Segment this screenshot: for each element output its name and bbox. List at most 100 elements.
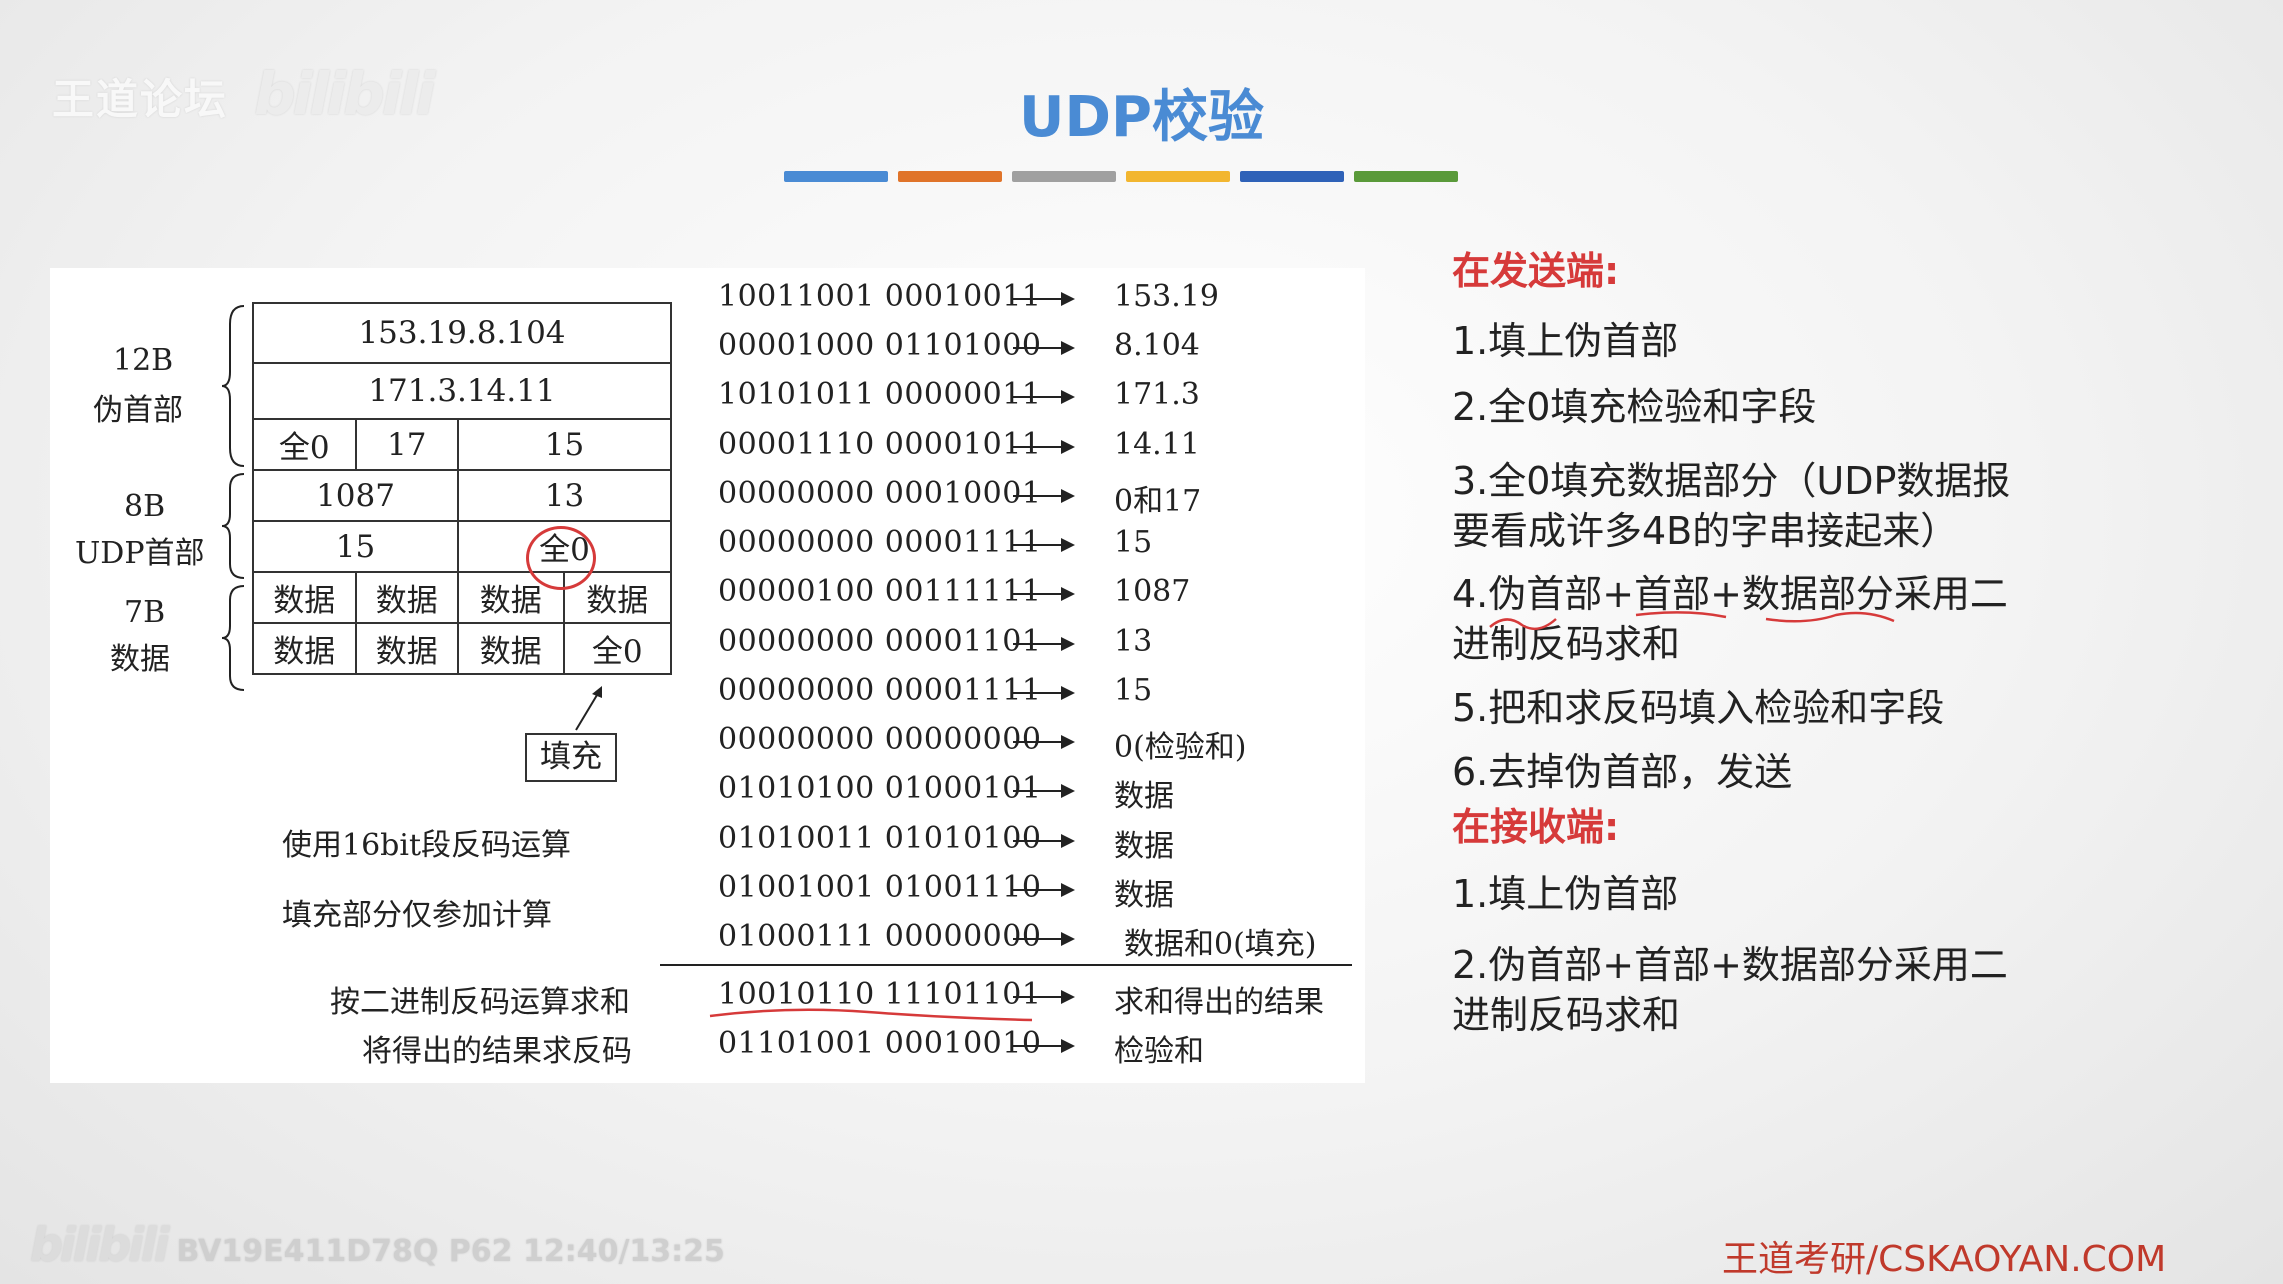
checksum-circle-annotation bbox=[526, 526, 596, 590]
source-port-cell: 1087 bbox=[251, 469, 460, 522]
binary-value: 0(检验和) bbox=[1114, 730, 1247, 765]
sender-step-cont: 要看成许多4B的字串接起来） bbox=[1452, 509, 1959, 553]
udp-header-table: 153.19.8.104 171.3.14.11 全0 17 15 1087 1… bbox=[251, 302, 673, 675]
binary-row: 10011001 00010011 bbox=[718, 279, 1042, 314]
binary-row: 01010100 01000101 bbox=[718, 771, 1042, 806]
binary-value: 14.11 bbox=[1114, 427, 1200, 462]
sum-divider-line bbox=[660, 964, 1352, 966]
binary-value: 153.19 bbox=[1114, 279, 1219, 314]
binary-value: 1087 bbox=[1114, 574, 1191, 609]
note-sum: 按二进制反码运算求和 bbox=[330, 985, 630, 1020]
fill-label-box: 填充 bbox=[525, 733, 617, 782]
arrow-icon bbox=[1013, 686, 1075, 700]
data-cell: 数据 bbox=[252, 571, 357, 624]
binary-value: 15 bbox=[1114, 525, 1153, 560]
data-cell: 数据 bbox=[252, 622, 357, 675]
binary-row: 01001001 01001110 bbox=[718, 870, 1042, 905]
protocol-cell: 17 bbox=[354, 418, 460, 471]
brace-udp-header bbox=[221, 473, 245, 579]
sum-underline-annotation bbox=[709, 1008, 1033, 1022]
arrow-icon bbox=[1013, 341, 1075, 355]
arrow-icon bbox=[1013, 637, 1075, 651]
receiver-step: 1.填上伪首部 bbox=[1452, 872, 1679, 916]
arrow-icon bbox=[1013, 587, 1075, 601]
binary-row: 00001110 00001011 bbox=[718, 427, 1042, 462]
color-segment-yellow bbox=[1126, 171, 1230, 182]
zero-cell: 全0 bbox=[252, 418, 357, 471]
binary-checksum-row: 01101001 00010010 bbox=[718, 1026, 1042, 1061]
arrow-icon bbox=[1013, 990, 1075, 1004]
binary-value: 0和17 bbox=[1114, 484, 1202, 519]
pseudo-header-label: 伪首部 bbox=[93, 393, 183, 428]
data-cell: 数据 bbox=[457, 622, 565, 675]
arrow-icon bbox=[1013, 489, 1075, 503]
color-segment-gray bbox=[1012, 171, 1116, 182]
table-row: 1087 13 bbox=[251, 469, 672, 522]
sender-step: 2.全0填充检验和字段 bbox=[1452, 385, 1817, 429]
sender-step: 1.填上伪首部 bbox=[1452, 319, 1679, 363]
binary-row: 01010011 01010100 bbox=[718, 821, 1042, 856]
arrow-icon bbox=[1013, 834, 1075, 848]
binary-value: 13 bbox=[1114, 624, 1153, 659]
binary-value: 数据和0(填充) bbox=[1124, 927, 1317, 962]
binary-row: 01000111 00000000 bbox=[718, 919, 1042, 954]
arrow-icon bbox=[1013, 440, 1075, 454]
udp-header-size: 8B bbox=[124, 489, 166, 524]
udp-length-cell: 15 bbox=[457, 418, 672, 471]
arrow-icon bbox=[1013, 1039, 1075, 1053]
table-row: 全0 17 15 bbox=[252, 418, 672, 471]
color-bar bbox=[784, 171, 1458, 182]
note-complement: 将得出的结果求反码 bbox=[362, 1034, 632, 1069]
arrow-icon bbox=[1013, 932, 1075, 946]
dest-port-cell: 13 bbox=[457, 469, 672, 522]
brace-data bbox=[221, 585, 245, 691]
receiver-heading: 在接收端: bbox=[1452, 805, 1620, 849]
arrow-icon bbox=[1013, 292, 1075, 306]
bilibili-logo-bottom: bilibili bbox=[30, 1218, 169, 1272]
udp-header-label: UDP首部 bbox=[75, 536, 205, 571]
color-segment-green bbox=[1354, 171, 1458, 182]
table-row: 数据 数据 数据 全0 bbox=[252, 622, 673, 675]
binary-row: 00000100 00111111 bbox=[718, 574, 1042, 609]
arrow-icon bbox=[1013, 538, 1075, 552]
pseudo-header-size: 12B bbox=[113, 343, 174, 378]
color-segment-blue bbox=[784, 171, 888, 182]
binary-value: 8.104 bbox=[1114, 328, 1200, 363]
sender-heading: 在发送端: bbox=[1452, 249, 1620, 293]
binary-value: 15 bbox=[1114, 673, 1153, 708]
binary-row: 00000000 00000000 bbox=[718, 722, 1042, 757]
arrow-icon bbox=[1013, 390, 1075, 404]
data-size: 7B bbox=[124, 595, 166, 630]
binary-value: 数据 bbox=[1114, 878, 1174, 913]
sender-step: 3.全0填充数据部分（UDP数据报 bbox=[1452, 459, 2011, 503]
receiver-step-cont: 进制反码求和 bbox=[1452, 993, 1681, 1037]
sender-step: 6.去掉伪首部，发送 bbox=[1452, 750, 1793, 794]
video-info: BV19E411D78Q P62 12:40/13:25 bbox=[176, 1234, 725, 1269]
binary-value: 数据 bbox=[1114, 779, 1174, 814]
binary-row: 00000000 00001111 bbox=[718, 525, 1042, 560]
slide-title: UDP校验 bbox=[1019, 85, 1264, 150]
fill-pointer-arrow bbox=[575, 686, 602, 731]
note-16bit: 使用16bit段反码运算 bbox=[282, 828, 572, 863]
data-cell: 数据 bbox=[354, 571, 460, 624]
sender-step: 5.把和求反码填入检验和字段 bbox=[1452, 686, 1945, 730]
table-row: 153.19.8.104 bbox=[252, 302, 672, 364]
binary-row: 00001000 01101000 bbox=[718, 328, 1042, 363]
video-watermark: bilibili BV19E411D78Q P62 12:40/13:25 bbox=[30, 1218, 725, 1272]
color-segment-orange bbox=[898, 171, 1002, 182]
arrow-icon bbox=[1013, 735, 1075, 749]
note-padding: 填充部分仅参加计算 bbox=[282, 898, 552, 933]
sum-result-label: 求和得出的结果 bbox=[1114, 985, 1324, 1020]
padding-cell: 全0 bbox=[562, 622, 673, 675]
color-segment-darkblue bbox=[1240, 171, 1344, 182]
table-row: 171.3.14.11 bbox=[252, 362, 672, 420]
data-label: 数据 bbox=[110, 642, 170, 677]
data-cell: 数据 bbox=[354, 622, 460, 675]
length-cell: 15 bbox=[251, 520, 460, 573]
table-row: 数据 数据 数据 数据 bbox=[252, 571, 673, 624]
binary-row: 00000000 00001111 bbox=[718, 673, 1042, 708]
dest-ip-cell: 171.3.14.11 bbox=[252, 362, 672, 420]
binary-row: 10101011 00000011 bbox=[718, 377, 1042, 412]
binary-value: 数据 bbox=[1114, 829, 1174, 864]
checksum-result-label: 检验和 bbox=[1114, 1034, 1204, 1069]
